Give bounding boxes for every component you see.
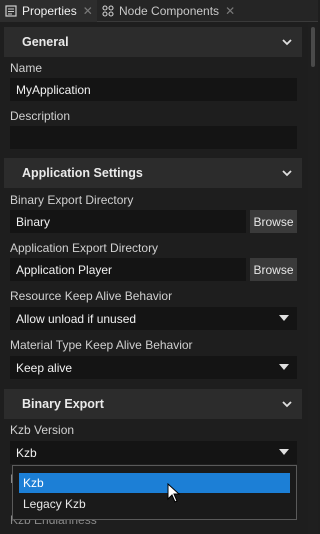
description-label: Description	[10, 109, 71, 123]
dropdown-arrow-icon	[279, 449, 289, 455]
application-export-directory-label: Application Export Directory	[10, 241, 159, 255]
resource-keep-alive-dropdown[interactable]: Allow unload if unused	[10, 307, 297, 330]
kzb-version-dropdown[interactable]: Kzb	[10, 441, 297, 464]
section-general[interactable]: General	[4, 27, 302, 57]
name-input[interactable]: MyApplication	[10, 78, 297, 101]
application-browse-button[interactable]: Browse	[250, 258, 297, 281]
binary-export-directory-input[interactable]: Binary	[10, 210, 246, 233]
tab-properties[interactable]: Properties ✕	[0, 0, 97, 22]
material-keep-alive-dropdown[interactable]: Keep alive	[10, 356, 297, 379]
properties-icon	[4, 4, 18, 18]
kzb-version-value: Kzb	[16, 445, 37, 460]
tab-properties-label: Properties	[22, 4, 77, 18]
scrollbar-thumb[interactable]	[311, 27, 315, 67]
chevron-down-icon	[282, 39, 292, 46]
material-keep-alive-label: Material Type Keep Alive Behavior	[10, 338, 193, 352]
section-application-settings-title: Application Settings	[22, 166, 143, 180]
chevron-down-icon	[282, 401, 292, 408]
vertical-scrollbar[interactable]	[308, 23, 318, 534]
dropdown-arrow-icon	[279, 364, 289, 370]
description-input[interactable]	[10, 126, 297, 149]
resource-keep-alive-label: Resource Keep Alive Behavior	[10, 289, 173, 303]
application-export-directory-input[interactable]: Application Player	[10, 258, 246, 281]
dropdown-arrow-icon	[279, 315, 289, 321]
kzb-version-label: Kzb Version	[10, 423, 75, 437]
binary-export-directory-label: Binary Export Directory	[10, 193, 134, 207]
tab-node-components-close-icon[interactable]: ✕	[225, 4, 235, 18]
kzb-version-options-popup: Kzb Legacy Kzb	[12, 465, 297, 520]
option-legacy-kzb[interactable]: Legacy Kzb	[19, 494, 290, 514]
chevron-down-icon	[282, 170, 292, 177]
tab-properties-close-icon[interactable]: ✕	[83, 4, 93, 18]
option-kzb[interactable]: Kzb	[19, 473, 290, 493]
panel-tab-bar: Properties ✕ Node Components ✕	[0, 0, 318, 22]
resource-keep-alive-value: Allow unload if unused	[16, 311, 137, 326]
binary-browse-button[interactable]: Browse	[250, 210, 297, 233]
tab-node-components-label: Node Components	[119, 4, 220, 18]
tab-node-components[interactable]: Node Components ✕	[97, 0, 247, 22]
mouse-cursor-icon	[167, 483, 181, 503]
section-application-settings[interactable]: Application Settings	[4, 158, 302, 188]
section-binary-export-title: Binary Export	[22, 397, 104, 411]
node-components-icon	[101, 4, 115, 18]
section-binary-export[interactable]: Binary Export	[4, 389, 302, 419]
name-label: Name	[10, 61, 43, 75]
section-general-title: General	[22, 35, 69, 49]
material-keep-alive-value: Keep alive	[16, 360, 73, 375]
